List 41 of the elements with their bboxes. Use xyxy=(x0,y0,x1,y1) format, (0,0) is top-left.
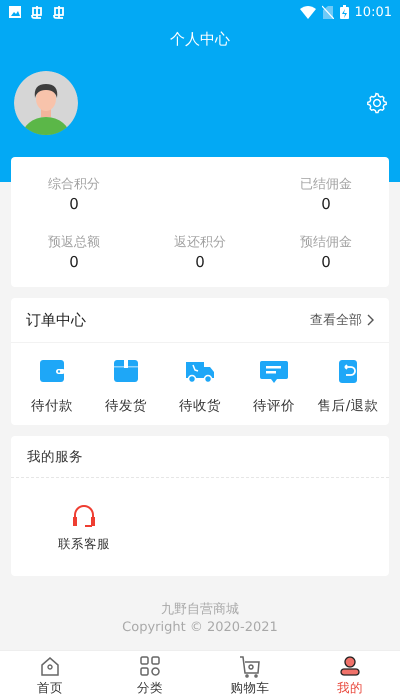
home-icon xyxy=(39,654,61,678)
order-status-button[interactable]: 待评价 xyxy=(237,355,311,415)
section-title: 订单中心 xyxy=(26,310,86,330)
stat-label: 综合积分 xyxy=(48,176,100,193)
copyright-text: Copyright © 2020-2021 xyxy=(122,620,278,635)
chevron-right-icon xyxy=(366,314,375,326)
page-title: 个人中心 xyxy=(169,30,231,49)
stat-label: 预返总额 xyxy=(48,234,100,251)
stat-label: 已结佣金 xyxy=(300,176,352,193)
stat-value: 0 xyxy=(69,253,79,271)
avatar-image xyxy=(14,71,78,135)
stat-value: 0 xyxy=(321,195,331,213)
settings-icon[interactable] xyxy=(366,92,388,114)
stat-label: 返还积分 xyxy=(174,234,226,251)
order-status-button[interactable]: 待收货 xyxy=(163,355,237,415)
battery-icon xyxy=(340,5,349,19)
headset-icon xyxy=(71,502,97,528)
wifi-icon xyxy=(300,6,316,18)
stat-value: 0 xyxy=(69,195,79,213)
image-icon xyxy=(8,5,22,19)
notification-icon xyxy=(28,4,44,20)
order-status-button[interactable]: 待发货 xyxy=(89,355,163,415)
view-all-link[interactable]: 查看全部 xyxy=(310,311,375,329)
cart-icon xyxy=(239,654,261,678)
grid-icon xyxy=(139,654,161,678)
service-button[interactable]: 联系客服 xyxy=(29,502,139,554)
stat-value: 0 xyxy=(321,253,331,271)
tab-item[interactable]: 分类 xyxy=(100,651,200,700)
stat-value: 0 xyxy=(195,253,205,271)
status-time: 10:01 xyxy=(354,4,392,20)
footer-text: 九野自营商城 xyxy=(161,601,239,618)
no-signal-icon xyxy=(322,5,334,19)
tab-item[interactable]: 我的 xyxy=(300,651,400,700)
tab-item[interactable]: 购物车 xyxy=(200,651,300,700)
user-icon xyxy=(339,654,361,678)
tab-item[interactable]: 首页 xyxy=(0,651,100,700)
stat-label: 预结佣金 xyxy=(300,234,352,251)
section-title: 我的服务 xyxy=(11,436,389,478)
order-status-button[interactable]: 售后/退款 xyxy=(311,355,385,415)
order-status-button[interactable]: 待付款 xyxy=(15,355,89,415)
notification-icon xyxy=(50,4,66,20)
